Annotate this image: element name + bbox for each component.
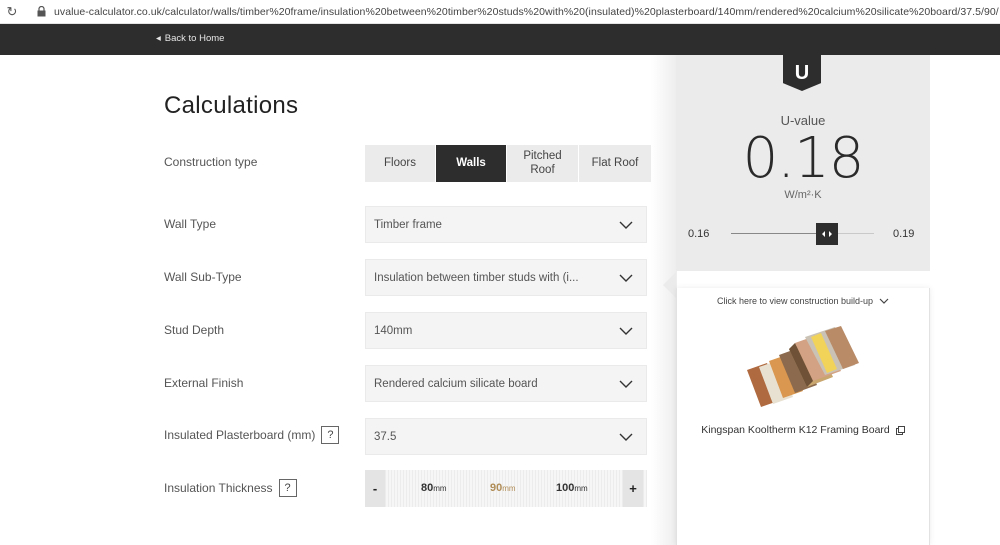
tick-unit: mm [433,484,447,493]
wall-buildup-illustration [747,326,859,407]
tick-unit: mm [502,484,516,493]
construction-type-text: Construction type [164,155,258,169]
left-right-arrows-icon [821,231,832,237]
buildup-link-text: Click here to view construction build-up [716,296,874,306]
thickness-tick-90[interactable]: 90mm [490,482,516,494]
construction-type-selector: Floors Walls Pitched Roof Flat Roof [365,145,651,182]
tick-value: 80 [421,482,434,494]
page-title: Calculations [164,92,299,119]
chevron-down-icon [879,298,889,304]
thickness-tick-80[interactable]: 80mm [421,482,447,494]
plasterboard-value: 37.5 [374,430,397,443]
plasterboard-text: Insulated Plasterboard (mm) [164,428,316,442]
wall-type-label: Wall Type [164,217,216,231]
construction-option-pitched-roof[interactable]: Pitched Roof [507,145,579,182]
browser-address-bar: ↻ uvalue-calculator.co.uk/calculator/wal… [0,0,1000,24]
wall-type-text: Wall Type [164,217,217,231]
stud-depth-value: 140mm [374,324,413,337]
url-field[interactable]: uvalue-calculator.co.uk/calculator/walls… [54,6,999,18]
external-finish-text: External Finish [164,376,244,390]
wall-sub-type-value: Insulation between timber studs with (i.… [374,271,579,284]
u-range-fill [731,233,827,234]
tick-unit: mm [574,484,588,493]
plasterboard-help-button[interactable]: ? [321,426,340,444]
insulation-thickness-help-button[interactable]: ? [278,479,297,497]
plasterboard-label: Insulated Plasterboard (mm) ? [164,426,340,444]
u-range-track [731,233,874,234]
wall-type-select[interactable]: Timber frame [365,206,647,243]
construction-buildup-link[interactable]: Click here to view construction build-up [676,296,930,306]
tick-value: 100 [556,482,575,494]
u-range-min: 0.16 [688,228,710,240]
construction-type-label: Construction type [164,155,257,169]
reload-icon[interactable]: ↻ [0,4,24,20]
insulation-thickness-label: Insulation Thickness ? [164,479,297,497]
wall-type-value: Timber frame [374,218,442,231]
chevron-down-icon [606,380,646,388]
chevron-down-icon [606,327,646,335]
u-range-max: 0.19 [893,228,915,240]
thickness-increase-button[interactable]: + [623,470,643,507]
wall-sub-type-select[interactable]: Insulation between timber studs with (i.… [365,259,647,296]
plasterboard-select[interactable]: 37.5 [365,418,647,455]
wall-sub-type-label: Wall Sub-Type [164,270,242,284]
chevron-down-icon [606,221,646,229]
external-link-icon [895,425,905,435]
stud-depth-label: Stud Depth [164,323,224,337]
product-name-link[interactable]: Kingspan Kooltherm K12 Framing Board [676,424,930,436]
external-finish-select[interactable]: Rendered calcium silicate board [365,365,647,402]
caret-left-icon: ◂ [156,33,161,44]
chevron-down-icon [606,274,646,282]
construction-option-floors[interactable]: Floors [365,145,436,182]
stud-depth-text: Stud Depth [164,323,225,337]
thickness-decrease-button[interactable]: - [365,470,385,507]
external-finish-value: Rendered calcium silicate board [374,377,538,390]
panel-shadow [651,55,677,545]
construction-option-walls[interactable]: Walls [436,145,507,182]
stud-depth-select[interactable]: 140mm [365,312,647,349]
tick-value: 90 [490,482,503,494]
external-finish-label: External Finish [164,376,243,390]
insulation-thickness-slider[interactable]: - 80mm 90mm 100mm + [365,470,647,507]
insulation-thickness-text: Insulation Thickness [164,481,273,495]
construction-option-flat-roof[interactable]: Flat Roof [579,145,651,182]
top-nav: ◂ Back to Home [0,24,1000,55]
panel-notch [663,272,676,298]
u-value-number: 0.18 [742,126,865,191]
chevron-down-icon [606,433,646,441]
u-value-unit: W/m²·K [784,189,822,201]
u-range-thumb[interactable] [815,223,838,245]
product-name-text: Kingspan Kooltherm K12 Framing Board [701,424,890,436]
lock-icon[interactable] [34,5,48,19]
back-to-home-link[interactable]: ◂ Back to Home [156,33,224,44]
thickness-tick-100[interactable]: 100mm [556,482,588,494]
back-to-home-label: Back to Home [164,33,225,44]
wall-sub-type-text: Wall Sub-Type [164,270,242,284]
